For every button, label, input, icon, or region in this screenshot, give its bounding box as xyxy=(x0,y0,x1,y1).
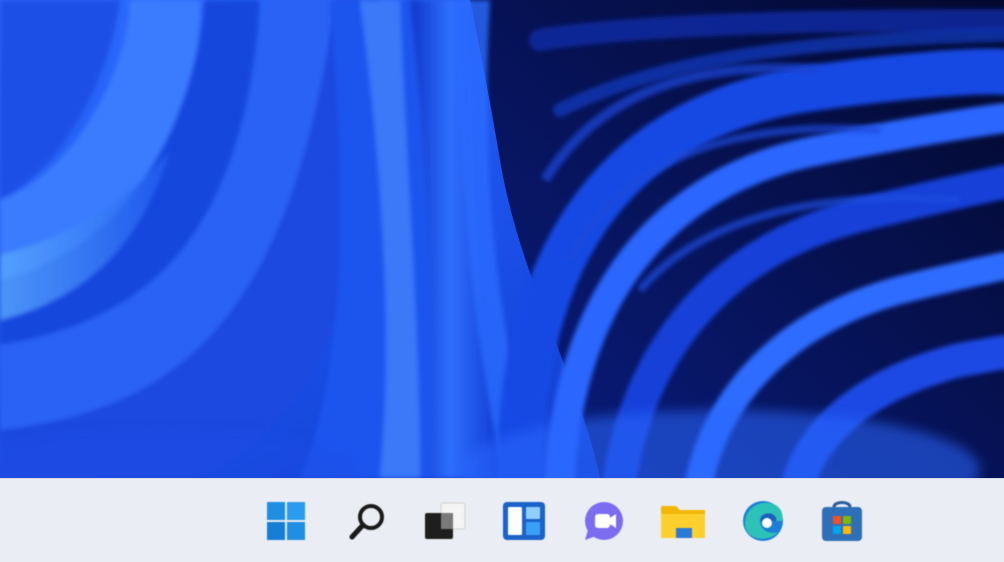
file-explorer-button[interactable] xyxy=(656,495,710,547)
chat-icon xyxy=(585,502,623,540)
widgets-button[interactable] xyxy=(497,495,551,547)
windows-logo-icon xyxy=(267,502,305,540)
store-icon xyxy=(822,501,862,541)
taskbar xyxy=(0,478,1004,562)
edge-icon xyxy=(743,501,783,541)
task-view-button[interactable] xyxy=(418,495,472,547)
widgets-icon xyxy=(503,502,545,540)
search-button[interactable] xyxy=(340,495,394,547)
desktop[interactable] xyxy=(0,0,1004,562)
desktop-wallpaper xyxy=(0,0,1004,478)
edge-button[interactable] xyxy=(736,495,790,547)
task-view-icon xyxy=(425,502,466,539)
folder-icon xyxy=(661,506,705,538)
store-button[interactable] xyxy=(815,495,869,547)
search-icon xyxy=(349,504,384,540)
chat-button[interactable] xyxy=(577,495,631,547)
start-button[interactable] xyxy=(259,495,313,547)
